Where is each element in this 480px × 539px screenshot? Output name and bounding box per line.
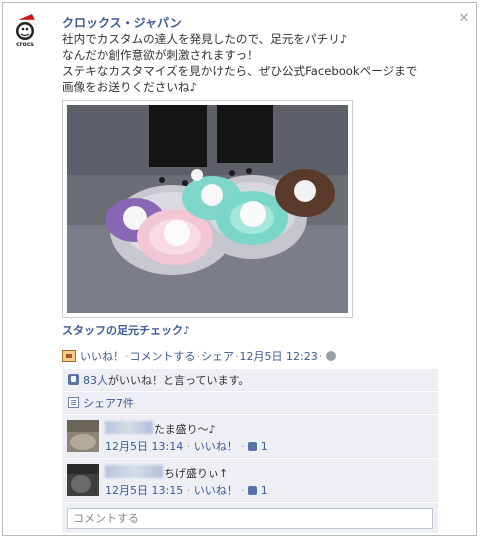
page-avatar[interactable]: crocs	[12, 12, 44, 48]
comment-link[interactable]: コメントする	[130, 348, 196, 364]
likes-suffix: がいいね！と言っています。	[108, 373, 250, 387]
crocs-logo-icon: crocs	[15, 14, 39, 48]
author-name-link[interactable]: クロックス・ジャパン	[62, 14, 182, 31]
photo-caption-link[interactable]: スタッフの足元チェック♪	[62, 322, 190, 338]
post-line: 画像をお送りくださいね♪	[62, 80, 197, 94]
separator: ·	[241, 484, 245, 497]
comment-item: ちげ盛りぃ↑ 12月5日 13:15 · いいね！ · 1	[62, 459, 438, 502]
shares-summary[interactable]: シェア7件	[62, 392, 438, 414]
comment-text: たま盛り～♪	[154, 423, 216, 436]
comment-like-count[interactable]: 1	[261, 484, 268, 497]
comment-input[interactable]	[67, 508, 433, 529]
close-icon[interactable]: ✕	[457, 12, 471, 26]
comment-composer	[62, 503, 438, 533]
commenter-avatar[interactable]	[67, 464, 99, 496]
comment-meta: 12月5日 13:15 · いいね！ · 1	[105, 482, 268, 498]
photo-icon	[62, 350, 76, 362]
separator: ·	[318, 349, 323, 363]
post-timestamp-link[interactable]: 12月5日 12:23	[240, 348, 318, 364]
like-link[interactable]: いいね！	[80, 348, 124, 364]
post-photo[interactable]	[62, 100, 353, 318]
commenter-avatar[interactable]	[67, 420, 99, 452]
globe-icon	[326, 351, 337, 361]
comment-time-link[interactable]: 12月5日 13:14	[105, 440, 183, 453]
svg-text:crocs: crocs	[16, 41, 34, 48]
share-link[interactable]: シェア	[201, 348, 234, 364]
thumbs-up-icon	[68, 374, 79, 385]
feedback-section: 83人がいいね！と言っています。 シェア7件 たま盛り～♪ 12月5日 13:1…	[62, 369, 438, 533]
post-line: なんだか創作意欲が刺激されますっ！	[62, 48, 259, 62]
likes-text: 83人がいいね！と言っています。	[83, 372, 249, 388]
comment-like-link[interactable]: いいね！	[194, 484, 238, 497]
commenter-name-link[interactable]	[105, 421, 153, 434]
commenter-name-link[interactable]	[105, 465, 163, 478]
thumbs-up-icon	[248, 486, 258, 495]
share-icon	[68, 397, 79, 408]
post-line: ステキなカスタマイズを見かけたら、ぜひ公式Facebookページまで	[62, 64, 418, 78]
separator: ·	[241, 440, 245, 453]
comment-item: たま盛り～♪ 12月5日 13:14 · いいね！ · 1	[62, 415, 438, 458]
likes-count-link[interactable]: 83人	[83, 374, 108, 387]
comment-like-count[interactable]: 1	[261, 440, 268, 453]
post-line: 社内でカスタムの達人を発見したので、足元をパチリ♪	[62, 32, 348, 46]
likes-summary: 83人がいいね！と言っています。	[62, 369, 438, 391]
post-actions: いいね！ · コメントする · シェア · 12月5日 12:23 ·	[62, 348, 337, 364]
comment-text: ちげ盛りぃ↑	[164, 467, 229, 480]
post-message: 社内でカスタムの達人を発見したので、足元をパチリ♪ なんだか創作意欲が刺激されま…	[62, 31, 462, 95]
shares-count-link[interactable]: シェア7件	[83, 395, 134, 411]
comment-meta: 12月5日 13:14 · いいね！ · 1	[105, 438, 268, 454]
post-popup: ✕ crocs クロックス・ジャパン 社内でカスタムの達人を発見したので、足元を…	[2, 2, 477, 536]
comment-like-link[interactable]: いいね！	[194, 440, 238, 453]
separator: ·	[186, 440, 191, 453]
separator: ·	[186, 484, 191, 497]
thumbs-up-icon	[248, 442, 258, 451]
photo-image	[67, 105, 348, 313]
comment-time-link[interactable]: 12月5日 13:15	[105, 484, 183, 497]
